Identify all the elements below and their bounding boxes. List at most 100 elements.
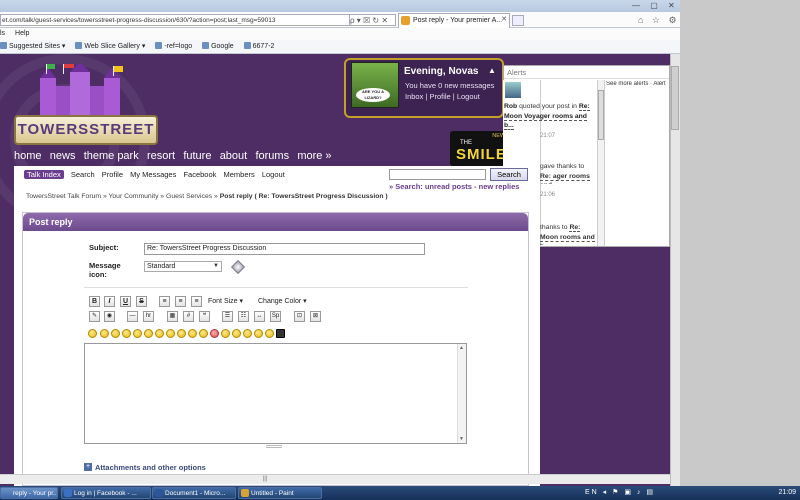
breadcrumb-community[interactable]: Your Community: [108, 193, 158, 200]
remove-format-button[interactable]: ⊡: [294, 311, 305, 322]
smiley-icon[interactable]: [221, 329, 230, 338]
attachments-toggle[interactable]: Attachments and other options: [85, 463, 245, 473]
scroll-up-icon[interactable]: ▲: [458, 345, 465, 351]
numbered-list-button[interactable]: ☷: [238, 311, 249, 322]
nav-talk-index[interactable]: Talk Index: [24, 170, 64, 179]
nav-resort[interactable]: resort: [147, 150, 175, 162]
bullet-list-button[interactable]: ☰: [222, 311, 233, 322]
smiley-icon[interactable]: [188, 329, 197, 338]
change-color-select[interactable]: Change Color ▾: [258, 296, 314, 307]
alert-item[interactable]: thanks to Re: Moon rooms and b...: [540, 223, 596, 245]
nav-facebook[interactable]: Facebook: [183, 170, 216, 179]
smiley-icon[interactable]: [111, 329, 120, 338]
horizontal-line-button[interactable]: ↔: [254, 311, 265, 322]
subscript-button[interactable]: —: [127, 311, 138, 322]
message-icon-select[interactable]: Standard: [144, 261, 222, 272]
nav-forums[interactable]: forums: [255, 150, 289, 162]
more-smileys-icon[interactable]: [276, 329, 285, 338]
scroll-down-icon[interactable]: ▼: [458, 436, 465, 442]
home-star-gear-icons[interactable]: ⌂ ☆ ⚙: [638, 14, 680, 26]
user-links[interactable]: Inbox | Profile | Logout: [405, 92, 505, 102]
nav-profile[interactable]: Profile: [102, 170, 123, 179]
smiley-icon[interactable]: [166, 329, 175, 338]
fav-web-slice-gallery[interactable]: Web Slice Gallery ▾: [75, 40, 145, 54]
italic-button[interactable]: I: [104, 296, 115, 307]
chevron-down-icon[interactable]: ▼: [212, 263, 220, 270]
textarea-scrollbar[interactable]: [457, 344, 466, 443]
menu-help[interactable]: Help: [15, 30, 29, 37]
nav-members[interactable]: Members: [223, 170, 254, 179]
scrollbar-grip-icon[interactable]: |||: [260, 475, 270, 483]
underline-button[interactable]: U: [120, 296, 131, 307]
smiley-icon[interactable]: [122, 329, 131, 338]
align-left-button[interactable]: ≡: [159, 296, 170, 307]
alerts-scrollbar-thumb[interactable]: [598, 90, 604, 140]
menu-tools[interactable]: ls: [0, 30, 5, 37]
align-right-button[interactable]: ≡: [191, 296, 202, 307]
flash-button[interactable]: ✎: [89, 311, 100, 322]
smiley-icon[interactable]: [133, 329, 142, 338]
align-center-button[interactable]: ≡: [175, 296, 186, 307]
tab-close-icon[interactable]: ✕: [499, 13, 509, 28]
toggle-view-button[interactable]: ⊠: [310, 311, 321, 322]
system-tray[interactable]: EN ◂ ⚑ ▣ ♪ ▤: [585, 488, 755, 498]
nav-news[interactable]: news: [50, 150, 76, 162]
alert-bell-icon[interactable]: ▲: [488, 67, 496, 75]
nav-future[interactable]: future: [183, 150, 211, 162]
search-input[interactable]: [389, 169, 486, 180]
smiley-icon[interactable]: [243, 329, 252, 338]
alert-item[interactable]: Rob quoted your post in Re: Moon Voyager…: [504, 102, 596, 132]
nav-home[interactable]: home: [14, 150, 42, 162]
search-links[interactable]: » Search: unread posts - new replies: [389, 182, 539, 192]
angry-smiley-icon[interactable]: [210, 329, 219, 338]
fav-google[interactable]: Google: [202, 40, 234, 54]
smiley-icon[interactable]: [232, 329, 241, 338]
site-logo[interactable]: TOWERSSTREET: [14, 115, 158, 145]
clock[interactable]: 21:09: [762, 488, 796, 498]
task-word[interactable]: Document1 - Micro...: [152, 487, 236, 499]
message-textarea[interactable]: [84, 343, 467, 444]
address-bar-icons[interactable]: ρ ▾ ☒ ↻ ✕: [350, 14, 396, 26]
code-button[interactable]: #: [183, 311, 194, 322]
subject-input[interactable]: Re: TowersStreet Progress Discussion: [144, 243, 425, 255]
smiley-icon[interactable]: [254, 329, 263, 338]
smiley-icon[interactable]: [177, 329, 186, 338]
strike-button[interactable]: S: [136, 296, 147, 307]
browser-tab[interactable]: Post reply - Your premier A...: [398, 13, 510, 28]
new-tab-button[interactable]: [512, 15, 524, 26]
task-ie[interactable]: reply - Your pr...: [0, 487, 58, 499]
breadcrumb-topic[interactable]: ( Re: TowersStreet Progress Discussion ): [254, 193, 387, 200]
breadcrumb-forum[interactable]: TowersStreet Talk Forum: [26, 193, 101, 200]
breadcrumb-guest-services[interactable]: Guest Services: [166, 193, 212, 200]
bold-button[interactable]: B: [89, 296, 100, 307]
spoiler-button[interactable]: Sp: [270, 311, 281, 322]
smiley-icon[interactable]: [199, 329, 208, 338]
address-input[interactable]: et.com/talk/guest-services/towersstreet-…: [0, 14, 350, 26]
smiley-icon[interactable]: [144, 329, 153, 338]
nav-more[interactable]: more »: [297, 150, 331, 162]
horizontal-rule-button[interactable]: hr: [143, 311, 154, 322]
resize-grip-icon[interactable]: [266, 445, 282, 448]
window-controls[interactable]: — ▢ ✕: [632, 0, 680, 12]
smiley-icon[interactable]: [88, 329, 97, 338]
nav-about[interactable]: about: [220, 150, 248, 162]
font-size-select[interactable]: Font Size ▾: [208, 296, 254, 307]
page-scrollbar-thumb[interactable]: [671, 66, 679, 130]
fav-suggested-sites[interactable]: Suggested Sites ▾: [0, 40, 65, 54]
table-button[interactable]: ▦: [167, 311, 178, 322]
fav-ref-logo[interactable]: -ref=logo: [155, 40, 192, 54]
smiley-icon[interactable]: [155, 329, 164, 338]
task-facebook[interactable]: Log in | Facebook - ...: [61, 487, 151, 499]
nav-my-messages[interactable]: My Messages: [130, 170, 176, 179]
nav-theme-park[interactable]: theme park: [84, 150, 139, 162]
nav-logout[interactable]: Logout: [262, 170, 285, 179]
message-count[interactable]: You have 0 new messages: [405, 81, 505, 91]
horizontal-scrollbar[interactable]: [0, 474, 670, 484]
smiley-icon[interactable]: [100, 329, 109, 338]
task-paint[interactable]: Untitled - Paint: [238, 487, 322, 499]
smiley-icon[interactable]: [265, 329, 274, 338]
search-button[interactable]: Search: [490, 168, 528, 181]
quote-button[interactable]: ❝: [199, 311, 210, 322]
see-more-alerts-link[interactable]: See more alerts · Alert: [606, 81, 670, 91]
image-button[interactable]: ◉: [104, 311, 115, 322]
